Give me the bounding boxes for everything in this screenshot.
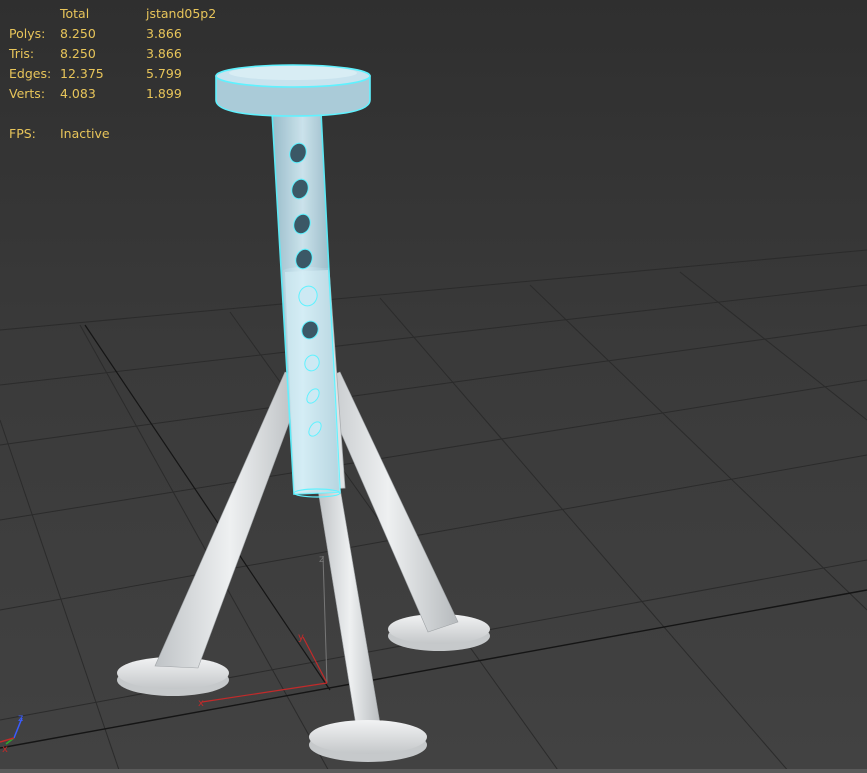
stats-label-verts: Verts: bbox=[9, 86, 46, 101]
stats-label-fps: FPS: bbox=[9, 126, 36, 141]
stats-label-edges: Edges: bbox=[9, 66, 52, 81]
gizmo-y-label: y bbox=[298, 632, 304, 643]
stats-selection-tris: 3.866 bbox=[146, 46, 182, 61]
home-grid bbox=[0, 249, 867, 773]
stats-value-fps: Inactive bbox=[60, 126, 110, 141]
foot-pad-front[interactable] bbox=[309, 720, 427, 762]
stats-label-polys: Polys: bbox=[9, 26, 46, 41]
tripod-x-label: x bbox=[2, 744, 8, 755]
viewport-bottom-border bbox=[0, 769, 867, 773]
stats-header-selection: jstand05p2 bbox=[146, 6, 217, 21]
stats-selection-verts: 1.899 bbox=[146, 86, 182, 101]
stats-selection-polys: 3.866 bbox=[146, 26, 182, 41]
tripod-z-label: z bbox=[18, 713, 23, 724]
viewport-scene[interactable]: z y x z x bbox=[0, 0, 867, 773]
gizmo-x-label: x bbox=[198, 698, 204, 709]
leg-left[interactable] bbox=[154, 371, 306, 669]
gizmo-z-label: z bbox=[319, 554, 324, 565]
stats-label-tris: Tris: bbox=[9, 46, 35, 61]
stats-selection-edges: 5.799 bbox=[146, 66, 182, 81]
perspective-viewport[interactable]: z y x z x Total jstand05p2 Polys: 8.250 … bbox=[0, 0, 867, 773]
gizmo-z-axis[interactable] bbox=[322, 555, 328, 684]
stats-total-polys: 8.250 bbox=[60, 26, 96, 41]
stats-total-tris: 8.250 bbox=[60, 46, 96, 61]
top-saddle[interactable] bbox=[215, 64, 371, 117]
stats-header-total: Total bbox=[60, 6, 90, 21]
stats-total-edges: 12.375 bbox=[60, 66, 104, 81]
leg-front[interactable] bbox=[317, 487, 383, 739]
stats-total-verts: 4.083 bbox=[60, 86, 96, 101]
